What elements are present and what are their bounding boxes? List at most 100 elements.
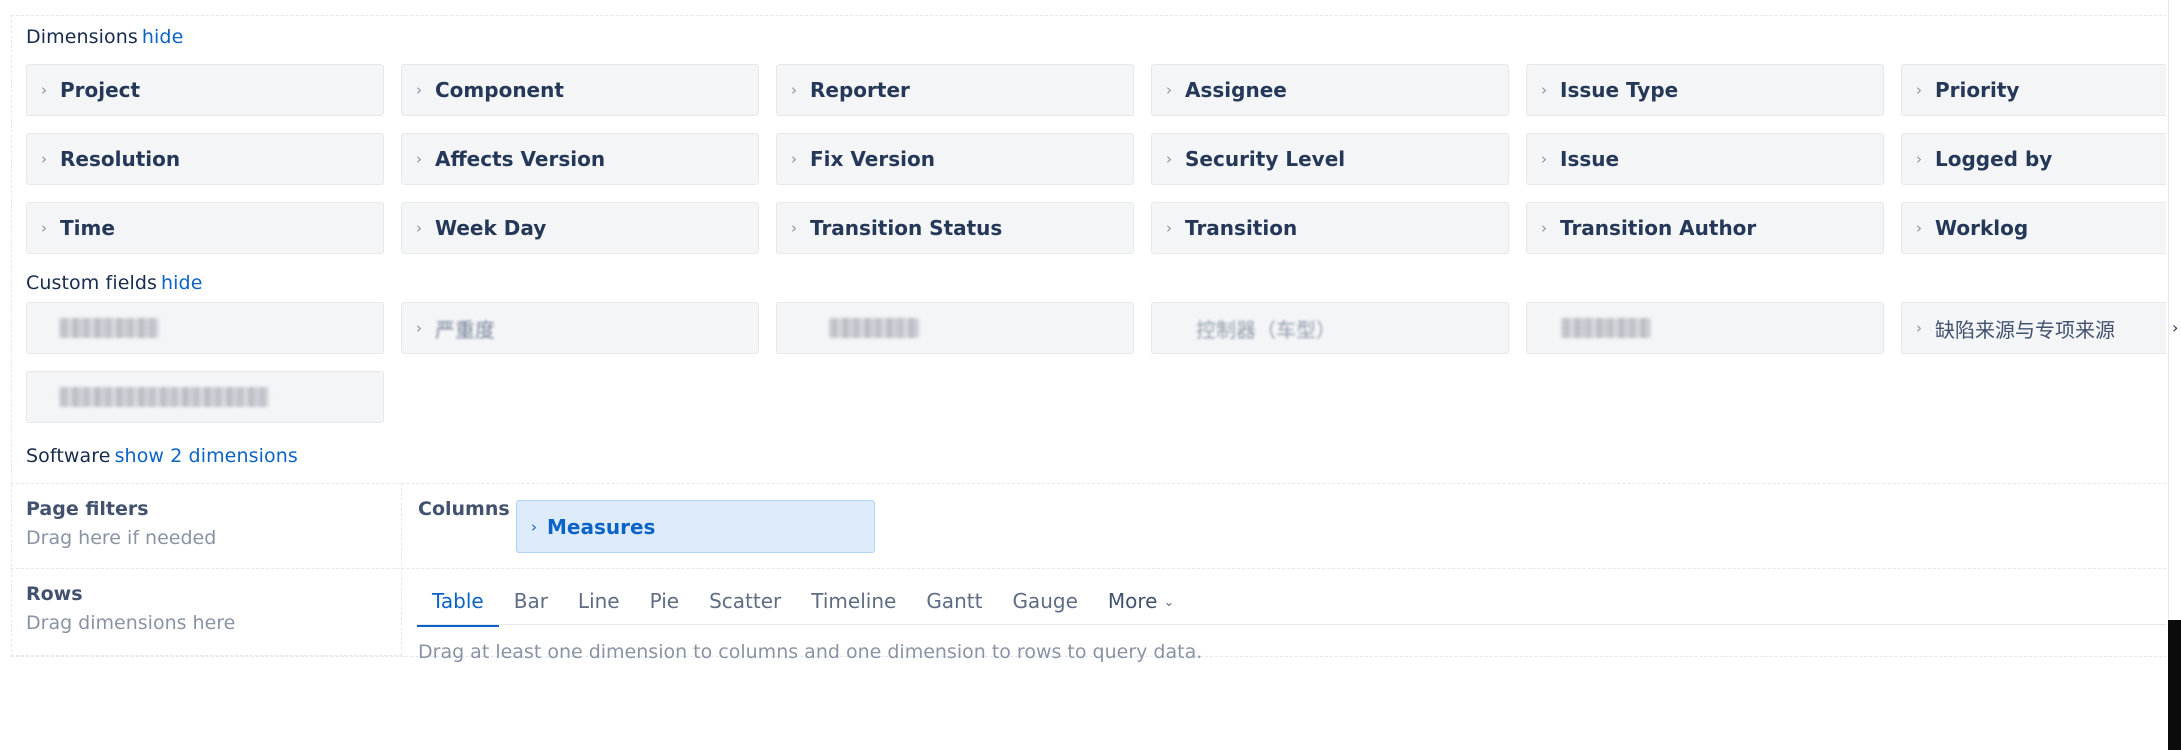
- chevron-right-icon: ›: [2172, 318, 2179, 337]
- chevron-right-icon: ›: [41, 219, 47, 237]
- chevron-right-icon: ›: [41, 150, 47, 168]
- dimension-assignee[interactable]: › Assignee: [1151, 64, 1509, 116]
- custom-fields-header: Custom fields hide: [26, 272, 203, 294]
- dimension-label: Resolution: [60, 147, 181, 171]
- dimension-resolution[interactable]: › Resolution: [26, 133, 384, 185]
- dimensions-header: Dimensions hide: [26, 26, 183, 48]
- page-filters-drop-zone[interactable]: Drag here if needed: [26, 527, 216, 549]
- tab-bar[interactable]: Bar: [499, 581, 563, 625]
- dimension-fix-version[interactable]: › Fix Version: [776, 133, 1134, 185]
- dimension-label: Project: [60, 78, 141, 102]
- tab-scatter[interactable]: Scatter: [694, 581, 796, 625]
- dimension-transition-status[interactable]: › Transition Status: [776, 202, 1134, 254]
- chevron-right-icon: ›: [416, 150, 422, 168]
- dimension-affects-version[interactable]: › Affects Version: [401, 133, 759, 185]
- tab-more[interactable]: More ⌄: [1093, 581, 1190, 625]
- divider: [401, 483, 402, 655]
- chevron-right-icon: ›: [531, 517, 537, 536]
- chevron-right-icon: ›: [1166, 150, 1172, 168]
- chevron-right-icon: ›: [1166, 219, 1172, 237]
- dimension-security-level[interactable]: › Security Level: [1151, 133, 1509, 185]
- chevron-right-icon: ›: [791, 81, 797, 99]
- chart-type-tabs: Table Bar Line Pie Scatter Timeline Gant…: [417, 581, 1190, 627]
- dimension-issue-type[interactable]: › Issue Type: [1526, 64, 1884, 116]
- dimension-reporter[interactable]: › Reporter: [776, 64, 1134, 116]
- dimension-label: Affects Version: [435, 147, 606, 171]
- measures-label: Measures: [547, 514, 656, 539]
- chevron-right-icon: ›: [416, 319, 422, 337]
- custom-field-label: 控制器（车型）: [1196, 317, 1336, 342]
- rows-drop-zone[interactable]: Drag dimensions here: [26, 612, 235, 634]
- chevron-right-icon: ›: [1541, 150, 1547, 168]
- dimension-label: Issue Type: [1560, 78, 1679, 102]
- dimension-project[interactable]: › Project: [26, 64, 384, 116]
- tab-table[interactable]: Table: [417, 581, 499, 627]
- rows-title: Rows: [26, 583, 83, 605]
- custom-field-tile[interactable]: › 严重度: [401, 302, 759, 354]
- chevron-right-icon: ›: [1916, 150, 1922, 168]
- tab-timeline[interactable]: Timeline: [796, 581, 911, 625]
- dimension-label: Security Level: [1185, 147, 1346, 171]
- chevron-right-icon: ›: [1166, 81, 1172, 99]
- dimension-transition[interactable]: › Transition: [1151, 202, 1509, 254]
- dimension-label: Fix Version: [810, 147, 935, 171]
- dimensions-title: Dimensions: [26, 26, 138, 48]
- tabs-underline: [417, 624, 2181, 625]
- custom-fields-title: Custom fields: [26, 272, 158, 294]
- custom-field-label: 缺陷来源与专项来源: [1935, 317, 2115, 342]
- dimension-label: Transition Status: [810, 216, 1003, 240]
- custom-field-tile[interactable]: [1526, 302, 1884, 354]
- dimension-label: Priority: [1935, 78, 2020, 102]
- custom-field-tile[interactable]: [776, 302, 1134, 354]
- dimension-issue[interactable]: › Issue: [1526, 133, 1884, 185]
- dimension-week-day[interactable]: › Week Day: [401, 202, 759, 254]
- obscured-label: [1561, 318, 1651, 338]
- custom-field-tile[interactable]: › 缺陷来源与专项来源: [1901, 302, 2181, 354]
- chevron-right-icon: ›: [416, 81, 422, 99]
- tab-pie[interactable]: Pie: [635, 581, 694, 625]
- tab-line[interactable]: Line: [563, 581, 635, 625]
- scrollbar-thumb[interactable]: [2168, 620, 2181, 750]
- query-hint: Drag at least one dimension to columns a…: [418, 641, 1203, 663]
- dimension-priority[interactable]: › Priority: [1901, 64, 2181, 116]
- chevron-right-icon: ›: [791, 219, 797, 237]
- dimension-label: Issue: [1560, 147, 1620, 171]
- dimension-transition-author[interactable]: › Transition Author: [1526, 202, 1884, 254]
- custom-field-tile[interactable]: 控制器（车型）: [1151, 302, 1509, 354]
- tab-more-label: More: [1107, 589, 1158, 613]
- dimension-label: Logged by: [1935, 147, 2053, 171]
- software-title: Software: [26, 445, 111, 467]
- chevron-right-icon: ›: [1916, 81, 1922, 99]
- columns-title: Columns: [418, 498, 510, 520]
- divider: [11, 655, 402, 656]
- dimension-label: Transition: [1185, 216, 1298, 240]
- report-builder: Dimensions hide › Project › Component › Repo…: [0, 0, 2181, 750]
- software-header: Software show 2 dimensions: [26, 445, 298, 467]
- custom-field-tile[interactable]: [26, 371, 384, 423]
- dimension-logged-by[interactable]: › Logged by: [1901, 133, 2181, 185]
- measures-chip[interactable]: › Measures: [516, 500, 875, 553]
- scrollbar-edge: [2168, 0, 2169, 620]
- custom-field-tile[interactable]: [26, 302, 384, 354]
- dimension-label: Worklog: [1935, 216, 2029, 240]
- software-show-dimensions-link[interactable]: show 2 dimensions: [115, 445, 298, 467]
- dimension-label: Component: [435, 78, 564, 102]
- chevron-right-icon: ›: [416, 219, 422, 237]
- chevron-right-icon: ›: [791, 150, 797, 168]
- chevron-right-icon: ›: [1541, 219, 1547, 237]
- obscured-label: [59, 387, 269, 407]
- dimension-time[interactable]: › Time: [26, 202, 384, 254]
- dimension-worklog[interactable]: › Worklog: [1901, 202, 2181, 254]
- dimension-label: Assignee: [1185, 78, 1287, 102]
- tab-gantt[interactable]: Gantt: [911, 581, 997, 625]
- tab-gauge[interactable]: Gauge: [997, 581, 1092, 625]
- chevron-right-icon: ›: [1916, 319, 1922, 337]
- dimensions-hide-link[interactable]: hide: [142, 26, 183, 48]
- dimension-component[interactable]: › Component: [401, 64, 759, 116]
- custom-field-label: 严重度: [435, 317, 495, 342]
- custom-fields-hide-link[interactable]: hide: [161, 272, 202, 294]
- divider: [11, 483, 2181, 484]
- chevron-right-icon: ›: [41, 81, 47, 99]
- dimension-label: Week Day: [435, 216, 547, 240]
- dimension-label: Time: [60, 216, 115, 240]
